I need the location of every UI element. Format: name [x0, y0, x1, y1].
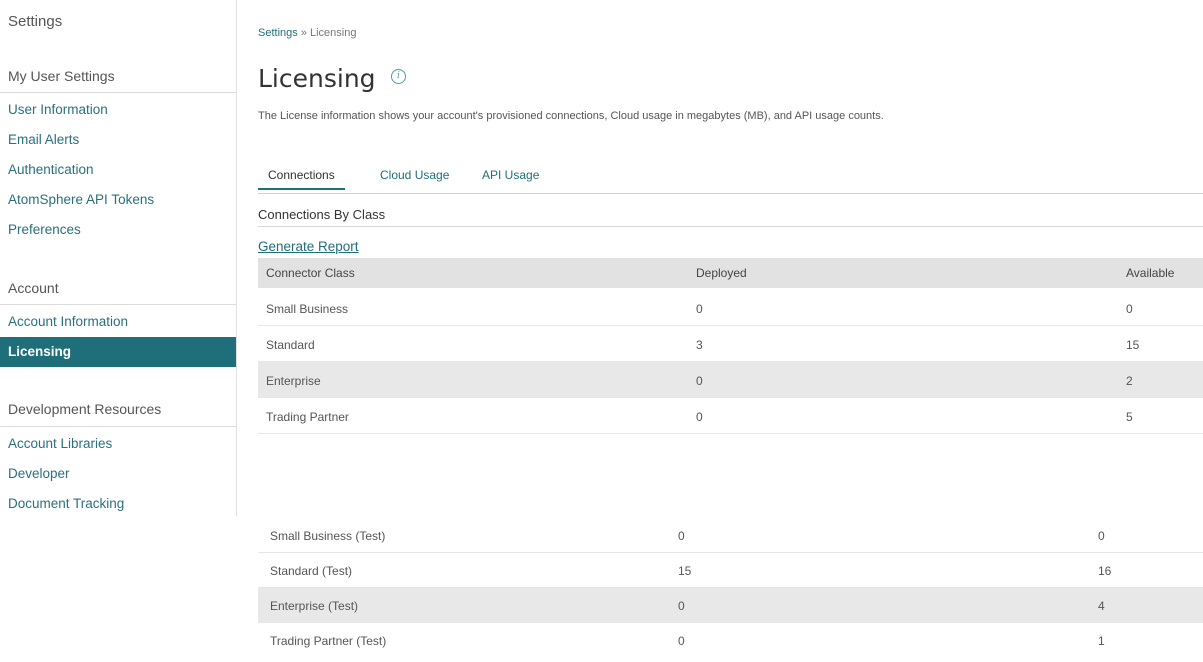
tab-bar: Connections Cloud Usage API Usage — [258, 168, 1203, 194]
sidebar-item-preferences[interactable]: Preferences — [8, 222, 81, 237]
sidebar-item-user-information[interactable]: User Information — [8, 102, 108, 117]
table-row: Enterprise (Test) 0 4 — [258, 588, 1203, 623]
table-row: Trading Partner (Test) 0 1 — [258, 623, 1203, 658]
cell-available: 16 — [1098, 564, 1112, 578]
cell-deployed: 0 — [696, 302, 703, 316]
sidebar-item-api-tokens[interactable]: AtomSphere API Tokens — [8, 192, 154, 207]
column-header-deployed[interactable]: Deployed — [696, 266, 747, 280]
cell-deployed: 15 — [678, 564, 692, 578]
table-row: Enterprise 0 2 — [258, 362, 1203, 398]
cell-available: 4 — [1098, 599, 1105, 613]
sidebar-divider — [0, 426, 236, 427]
cell-connector-class: Trading Partner — [266, 410, 349, 424]
cell-connector-class: Standard (Test) — [270, 564, 353, 578]
sidebar-section-heading: Account — [8, 280, 59, 296]
sidebar-title: Settings — [8, 13, 63, 30]
breadcrumb: Settings » Licensing — [258, 27, 356, 39]
info-icon[interactable]: i — [391, 69, 406, 84]
cell-available: 1 — [1098, 634, 1105, 648]
cell-deployed: 3 — [696, 338, 703, 352]
tab-cloud-usage[interactable]: Cloud Usage — [380, 168, 449, 188]
table-row: Small Business 0 0 — [258, 290, 1203, 326]
sidebar-item-account-libraries[interactable]: Account Libraries — [8, 436, 112, 451]
cell-available: 5 — [1126, 410, 1133, 424]
sidebar-section-heading: My User Settings — [8, 68, 115, 84]
section-title: Connections By Class — [258, 207, 386, 222]
settings-sidebar: Settings My User Settings User Informati… — [0, 0, 237, 516]
cell-deployed: 0 — [678, 529, 685, 543]
cell-available: 2 — [1126, 374, 1133, 388]
page-title: Licensing — [258, 64, 376, 93]
sidebar-item-licensing[interactable]: Licensing — [0, 337, 236, 367]
sidebar-section-heading: Development Resources — [8, 401, 162, 417]
cell-available: 0 — [1126, 302, 1133, 316]
sidebar-item-developer[interactable]: Developer — [8, 466, 70, 481]
sidebar-item-account-information[interactable]: Account Information — [8, 314, 128, 329]
cell-deployed: 0 — [696, 410, 703, 424]
table-row: Small Business (Test) 0 0 — [258, 518, 1203, 553]
cell-deployed: 0 — [696, 374, 703, 388]
cell-connector-class: Small Business (Test) — [270, 529, 386, 543]
breadcrumb-current: Licensing — [310, 27, 357, 39]
sidebar-item-authentication[interactable]: Authentication — [8, 162, 94, 177]
cell-available: 15 — [1126, 338, 1140, 352]
cell-connector-class: Enterprise — [266, 374, 321, 388]
tab-api-usage[interactable]: API Usage — [482, 168, 539, 188]
cell-available: 0 — [1098, 529, 1105, 543]
tab-divider — [258, 193, 1203, 194]
cell-connector-class: Small Business — [266, 302, 349, 316]
sidebar-item-document-tracking[interactable]: Document Tracking — [8, 496, 124, 511]
cell-deployed: 0 — [678, 599, 685, 613]
breadcrumb-settings-link[interactable]: Settings — [258, 27, 298, 39]
sidebar-divider — [0, 92, 236, 93]
section-divider — [258, 226, 1203, 227]
column-header-connector-class[interactable]: Connector Class — [266, 266, 355, 280]
cell-connector-class: Standard — [266, 338, 315, 352]
page-description: The License information shows your accou… — [258, 110, 884, 122]
table-row: Trading Partner 0 5 — [258, 398, 1203, 434]
breadcrumb-separator: » — [300, 27, 307, 39]
table-row: Standard (Test) 15 16 — [258, 553, 1203, 588]
generate-report-link[interactable]: Generate Report — [258, 239, 359, 254]
table-header: Connector Class Deployed Available — [258, 258, 1203, 288]
table-row: Standard 3 15 — [258, 326, 1203, 362]
column-header-available[interactable]: Available — [1126, 266, 1174, 280]
cell-connector-class: Enterprise (Test) — [270, 599, 359, 613]
sidebar-item-email-alerts[interactable]: Email Alerts — [8, 132, 79, 147]
tab-connections[interactable]: Connections — [258, 168, 345, 190]
cell-connector-class: Trading Partner (Test) — [270, 634, 387, 648]
cell-deployed: 0 — [678, 634, 685, 648]
sidebar-divider — [0, 304, 236, 305]
